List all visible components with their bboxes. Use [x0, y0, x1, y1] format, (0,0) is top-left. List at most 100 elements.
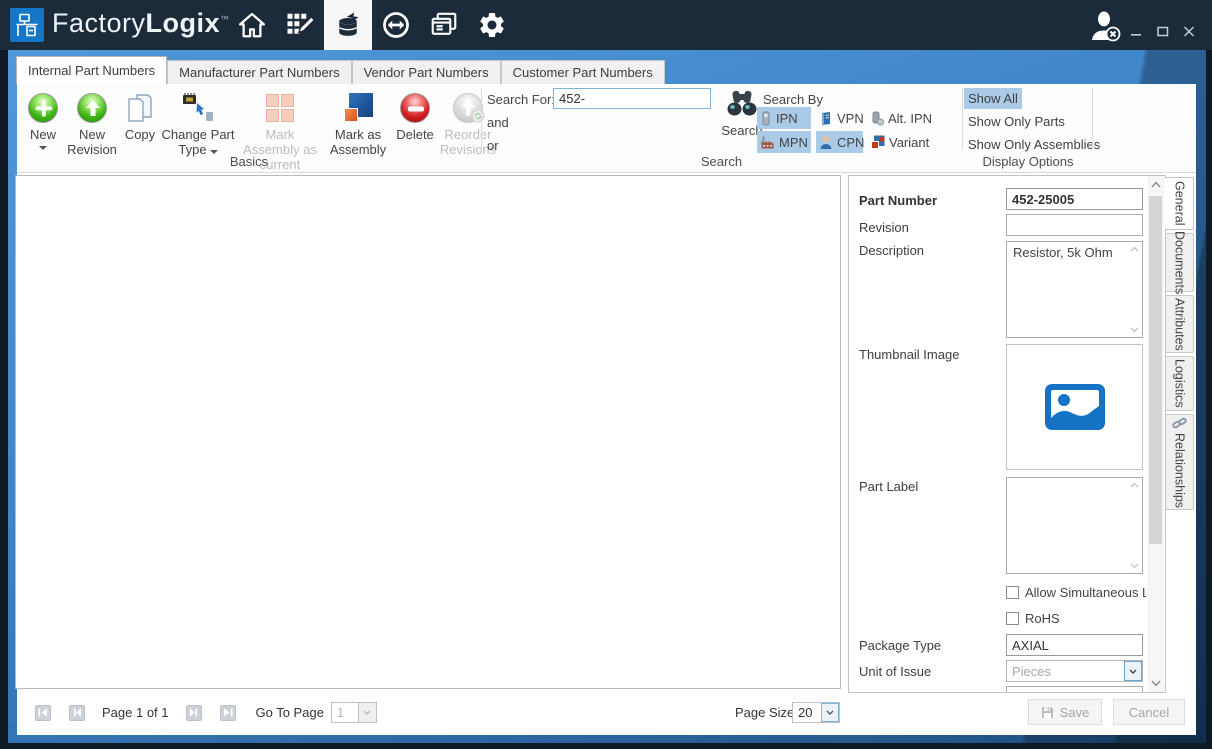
home-icon: [237, 10, 267, 40]
tab-label: Vendor Part Numbers: [364, 65, 489, 80]
toggle-variant[interactable]: Variant: [868, 131, 940, 153]
option-show-only-parts[interactable]: Show Only Parts: [964, 111, 1069, 132]
clipped-bottom-input[interactable]: [1006, 686, 1143, 693]
tab-vendor-part-numbers[interactable]: Vendor Part Numbers: [352, 60, 501, 84]
image-placeholder-icon: [1044, 383, 1106, 431]
scroll-up-icon[interactable]: [1130, 246, 1139, 252]
tab-label: Manufacturer Part Numbers: [179, 65, 339, 80]
nav-home-button[interactable]: [228, 0, 276, 50]
toggle-label: MPN: [779, 135, 808, 150]
page-indicator: Page 1 of 1: [102, 705, 169, 720]
part-label-textarea[interactable]: [1006, 477, 1143, 574]
unit-of-issue-label: Unit of Issue: [859, 664, 931, 679]
page-size-value: 20: [793, 703, 821, 722]
change-part-type-chip-icon: [181, 90, 215, 126]
package-type-input[interactable]: [1006, 634, 1143, 656]
side-tab-general[interactable]: General: [1165, 177, 1194, 230]
scroll-up-icon[interactable]: [1130, 482, 1139, 488]
goto-page-select[interactable]: 1: [331, 702, 377, 723]
next-page-button[interactable]: [186, 705, 202, 721]
brand-factory: Factory: [52, 8, 146, 38]
panel-scrollbar[interactable]: [1147, 176, 1164, 692]
last-page-button[interactable]: [220, 705, 236, 721]
user-logout-button[interactable]: [1088, 10, 1122, 42]
scrollbar-thumb[interactable]: [1149, 196, 1162, 544]
allow-simultaneous-label: Allow Simultaneous Lc: [1025, 585, 1146, 600]
toggle-alt-ipn[interactable]: Alt. IPN: [868, 107, 940, 129]
tab-manufacturer-part-numbers[interactable]: Manufacturer Part Numbers: [167, 60, 351, 84]
chevron-down-icon: [821, 703, 839, 722]
unit-of-issue-select[interactable]: Pieces: [1006, 660, 1143, 682]
brand-logix: Logix: [146, 8, 221, 38]
new-revision-orb-icon: [77, 90, 107, 126]
side-tab-relationships[interactable]: Relationships: [1166, 414, 1194, 510]
scrollbar-up-icon[interactable]: [1151, 181, 1161, 188]
toggle-vpn[interactable]: VPN: [816, 107, 863, 129]
maximize-button[interactable]: [1156, 26, 1169, 37]
previous-page-button[interactable]: [69, 705, 85, 721]
allow-simultaneous-checkbox[interactable]: [1006, 586, 1019, 599]
save-button-label: Save: [1060, 705, 1090, 720]
side-tab-documents[interactable]: Documents: [1166, 233, 1194, 292]
description-textarea[interactable]: Resistor, 5k Ohm: [1006, 241, 1143, 338]
thumbnail-image-label: Thumbnail Image: [859, 347, 959, 362]
ipn-chip-icon: [760, 111, 772, 126]
side-tab-label: Attributes: [1173, 298, 1187, 351]
minimize-button[interactable]: [1130, 26, 1143, 37]
toggle-ipn[interactable]: IPN: [757, 107, 811, 129]
tab-internal-part-numbers[interactable]: Internal Part Numbers: [16, 56, 167, 84]
revision-label: Revision: [859, 220, 909, 235]
rohs-label: RoHS: [1025, 611, 1060, 626]
titlebar: FactoryLogix™: [0, 0, 1212, 50]
side-tab-attributes[interactable]: Attributes: [1166, 295, 1194, 353]
rohs-checkbox[interactable]: [1006, 612, 1019, 625]
scroll-down-icon[interactable]: [1130, 327, 1139, 333]
scrollbar-down-icon[interactable]: [1151, 680, 1161, 687]
ribbon-toolbar: New New Revision Cop: [17, 84, 1196, 173]
page-size-select[interactable]: 20: [792, 702, 840, 723]
mark-as-assembly-squares-icon: [343, 90, 373, 126]
app-logo: [10, 8, 44, 42]
vpn-book-icon: [819, 111, 833, 126]
nav-transfer-button[interactable]: [372, 0, 420, 50]
nav-parts-database-button[interactable]: [324, 0, 372, 50]
goto-page-label: Go To Page: [256, 705, 324, 720]
option-show-all[interactable]: Show All: [964, 88, 1022, 109]
revision-input[interactable]: [1006, 214, 1143, 236]
desk-logo-icon: [14, 12, 40, 38]
close-button[interactable]: [1182, 26, 1195, 37]
user-logout-icon: [1088, 10, 1122, 42]
cpn-person-icon: [819, 135, 833, 150]
first-page-button[interactable]: [35, 705, 51, 721]
save-button[interactable]: Save: [1028, 699, 1102, 725]
brand-wordmark: FactoryLogix™: [52, 8, 230, 39]
main-navigation: [228, 0, 516, 50]
nav-planning-button[interactable]: [276, 0, 324, 50]
side-tab-label: Logistics: [1173, 359, 1187, 408]
side-tab-logistics[interactable]: Logistics: [1166, 356, 1194, 411]
part-number-input[interactable]: [1006, 188, 1143, 210]
nav-settings-button[interactable]: [468, 0, 516, 50]
results-list-area[interactable]: [15, 175, 841, 689]
option-label: Show Only Parts: [968, 114, 1065, 129]
toggle-cpn[interactable]: CPN: [816, 131, 863, 153]
content-area: New New Revision Cop: [17, 84, 1196, 735]
search-by-toggles: IPN VPN Alt. IPN MPN CPN: [757, 107, 940, 153]
rohs-checkbox-row: RoHS: [1006, 611, 1146, 626]
pagination-bar: Page 1 of 1 Go To Page 1 Page Size 20: [17, 689, 843, 735]
reorder-revisions-orb-icon: [453, 90, 483, 126]
nav-documents-button[interactable]: [420, 0, 468, 50]
toggle-label: Alt. IPN: [888, 111, 932, 126]
mark-assembly-current-grid-icon: [266, 90, 294, 126]
scroll-down-icon[interactable]: [1130, 563, 1139, 569]
thumbnail-image-box[interactable]: [1006, 344, 1143, 470]
search-or-label: or: [487, 138, 499, 153]
button-label: Delete: [396, 128, 434, 143]
button-label-text: Change Part Type: [162, 127, 235, 157]
tab-customer-part-numbers[interactable]: Customer Part Numbers: [501, 60, 665, 84]
toggle-mpn[interactable]: MPN: [757, 131, 811, 153]
cancel-button[interactable]: Cancel: [1113, 699, 1185, 725]
part-number-tabs: Internal Part Numbers Manufacturer Part …: [16, 56, 665, 84]
option-show-only-assemblies[interactable]: Show Only Assemblies: [964, 134, 1104, 155]
search-input[interactable]: [553, 88, 711, 109]
